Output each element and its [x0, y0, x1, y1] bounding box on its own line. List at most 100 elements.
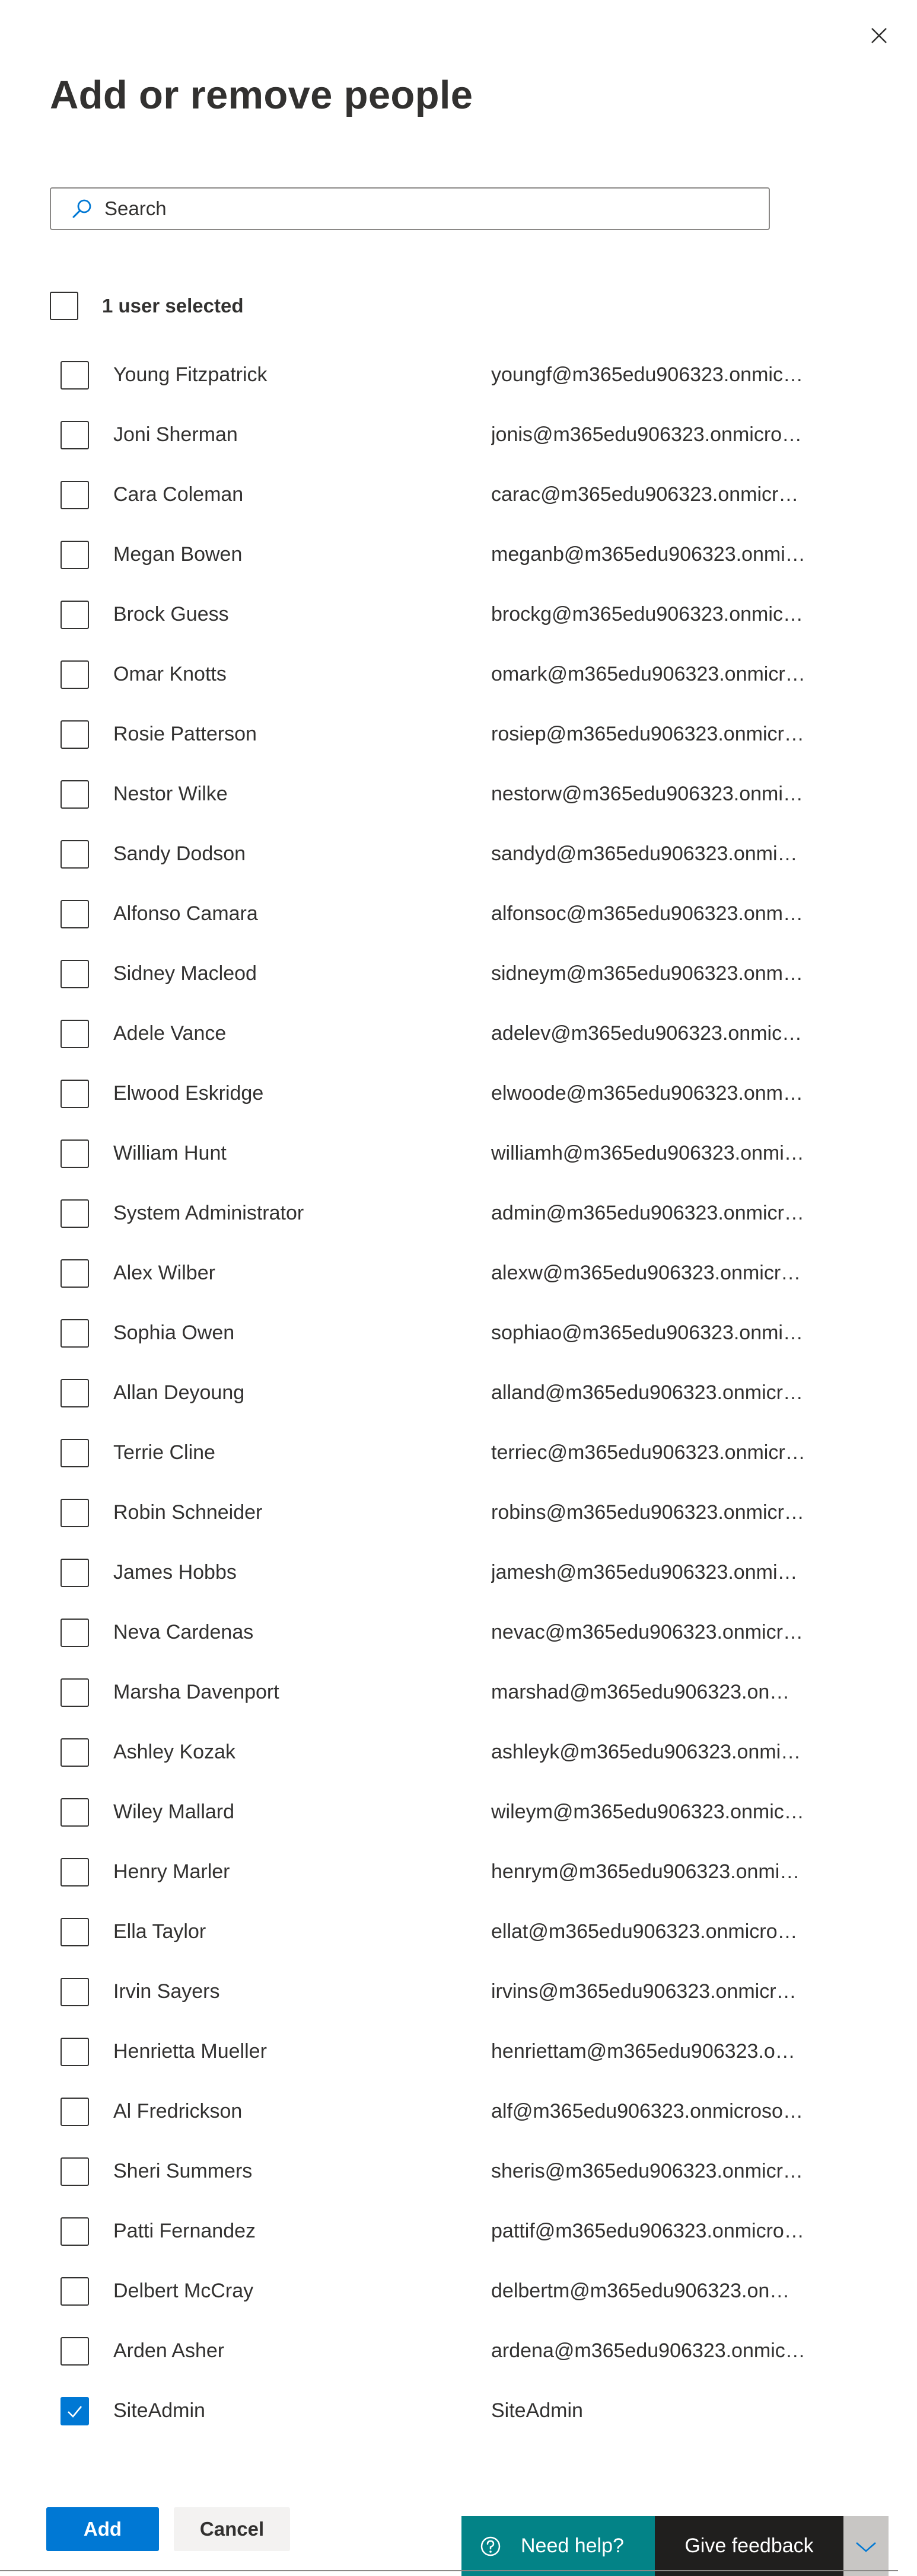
- user-row[interactable]: Delbert McCray delbertm@m365edu906323.onm…: [0, 2262, 917, 2322]
- cancel-button[interactable]: Cancel: [174, 2507, 290, 2551]
- user-row[interactable]: SiteAdmin SiteAdmin: [0, 2382, 917, 2441]
- user-checkbox[interactable]: [61, 1619, 89, 1647]
- user-checkbox[interactable]: [61, 1080, 89, 1108]
- user-checkbox[interactable]: [61, 1259, 89, 1288]
- user-checkbox[interactable]: [61, 2098, 89, 2126]
- user-checkbox[interactable]: [61, 1379, 89, 1407]
- user-row[interactable]: Alfonso Camara alfonsoc@m365edu906323.onm…: [0, 885, 917, 944]
- user-row[interactable]: Alex Wilber alexw@m365edu906323.onmicroso…: [0, 1244, 917, 1304]
- user-row[interactable]: Megan Bowen meganb@m365edu906323.onmicros…: [0, 525, 917, 585]
- user-checkbox[interactable]: [61, 1199, 89, 1228]
- need-help-button[interactable]: Need help?: [461, 2516, 655, 2576]
- user-email: irvins@m365edu906323.onmicrosoft.com: [491, 1980, 805, 2003]
- close-icon: [871, 28, 887, 43]
- user-checkbox[interactable]: [61, 1918, 89, 1946]
- user-row[interactable]: System Administrator admin@m365edu906323.…: [0, 1184, 917, 1244]
- user-row[interactable]: Al Fredrickson alf@m365edu906323.onmicros…: [0, 2082, 917, 2142]
- add-button[interactable]: Add: [46, 2507, 159, 2551]
- user-row[interactable]: Henrietta Mueller henriettam@m365edu90632…: [0, 2022, 917, 2082]
- user-row[interactable]: Ashley Kozak ashleyk@m365edu906323.onmicr…: [0, 1723, 917, 1783]
- user-checkbox[interactable]: [61, 1798, 89, 1827]
- user-checkbox[interactable]: [61, 1499, 89, 1527]
- user-checkbox[interactable]: [61, 481, 89, 509]
- user-row[interactable]: Wiley Mallard wileym@m365edu906323.onmicr…: [0, 1783, 917, 1843]
- user-checkbox[interactable]: [61, 720, 89, 749]
- user-row[interactable]: Nestor Wilke nestorw@m365edu906323.onmicr…: [0, 765, 917, 825]
- selection-count: 1 user selected: [102, 295, 244, 317]
- user-email: alexw@m365edu906323.onmicrosoft.com: [491, 1262, 805, 1284]
- user-checkbox[interactable]: [61, 601, 89, 629]
- user-name: Marsha Davenport: [113, 1681, 279, 1703]
- user-row[interactable]: Ella Taylor ellat@m365edu906323.onmicroso…: [0, 1903, 917, 1962]
- give-feedback-button[interactable]: Give feedback: [655, 2516, 843, 2576]
- user-row[interactable]: Marsha Davenport marshad@m365edu906323.on…: [0, 1663, 917, 1723]
- user-checkbox[interactable]: [61, 900, 89, 928]
- user-row[interactable]: William Hunt williamh@m365edu906323.onmic…: [0, 1124, 917, 1184]
- user-checkbox[interactable]: [61, 421, 89, 449]
- user-email: wileym@m365edu906323.onmicrosoft.com: [491, 1801, 805, 1823]
- user-row[interactable]: Allan Deyoung alland@m365edu906323.onmicr…: [0, 1364, 917, 1423]
- user-row[interactable]: Arden Asher ardena@m365edu906323.onmicros…: [0, 2322, 917, 2382]
- user-checkbox[interactable]: [61, 1678, 89, 1707]
- close-button[interactable]: [862, 19, 896, 52]
- user-checkbox[interactable]: [61, 2217, 89, 2246]
- user-row[interactable]: Patti Fernandez pattif@m365edu906323.onmi…: [0, 2202, 917, 2262]
- user-email: youngf@m365edu906323.onmicrosoft.com: [491, 363, 805, 386]
- user-email: omark@m365edu906323.onmicrosoft.com: [491, 663, 805, 685]
- user-checkbox[interactable]: [61, 2277, 89, 2306]
- user-checkbox[interactable]: [61, 960, 89, 988]
- user-checkbox[interactable]: [61, 541, 89, 569]
- user-checkbox[interactable]: [61, 1978, 89, 2006]
- search-input[interactable]: [103, 197, 746, 221]
- user-row[interactable]: Sandy Dodson sandyd@m365edu906323.onmicro…: [0, 825, 917, 885]
- user-email: jamesh@m365edu906323.onmicrosoft.com: [491, 1561, 805, 1584]
- user-row[interactable]: Robin Schneider robins@m365edu906323.onmi…: [0, 1483, 917, 1543]
- user-name: Elwood Eskridge: [113, 1082, 264, 1105]
- user-checkbox[interactable]: [61, 840, 89, 869]
- user-row[interactable]: Young Fitzpatrick youngf@m365edu906323.on…: [0, 346, 917, 406]
- user-checkbox[interactable]: [61, 2038, 89, 2066]
- user-row[interactable]: James Hobbs jamesh@m365edu906323.onmicros…: [0, 1543, 917, 1603]
- user-row[interactable]: Sophia Owen sophiao@m365edu906323.onmicro…: [0, 1304, 917, 1364]
- user-row[interactable]: Adele Vance adelev@m365edu906323.onmicros…: [0, 1004, 917, 1064]
- select-all-checkbox[interactable]: [50, 292, 78, 320]
- user-checkbox[interactable]: [61, 2337, 89, 2366]
- user-row[interactable]: Sidney Macleod sidneym@m365edu906323.onmi…: [0, 944, 917, 1004]
- user-checkbox[interactable]: [61, 1858, 89, 1886]
- user-row[interactable]: Joni Sherman jonis@m365edu906323.onmicros…: [0, 406, 917, 465]
- user-checkbox[interactable]: [61, 660, 89, 689]
- user-email: sophiao@m365edu906323.onmicrosoft.com: [491, 1321, 805, 1344]
- user-checkbox[interactable]: [61, 1020, 89, 1048]
- user-row[interactable]: Irvin Sayers irvins@m365edu906323.onmicro…: [0, 1962, 917, 2022]
- user-email: ellat@m365edu906323.onmicrosoft.com: [491, 1920, 805, 1943]
- user-row[interactable]: Terrie Cline terriec@m365edu906323.onmicr…: [0, 1423, 917, 1483]
- user-row[interactable]: Neva Cardenas nevac@m365edu906323.onmicro…: [0, 1603, 917, 1663]
- user-row[interactable]: Henry Marler henrym@m365edu906323.onmicro…: [0, 1843, 917, 1903]
- user-checkbox[interactable]: [61, 780, 89, 809]
- user-row[interactable]: Cara Coleman carac@m365edu906323.onmicros…: [0, 465, 917, 525]
- user-checkbox[interactable]: [61, 1439, 89, 1467]
- user-checkbox[interactable]: [61, 1559, 89, 1587]
- collapse-help-button[interactable]: [843, 2516, 889, 2576]
- user-checkbox[interactable]: [61, 2397, 89, 2425]
- user-row[interactable]: Sheri Summers sheris@m365edu906323.onmicr…: [0, 2142, 917, 2202]
- user-name: Joni Sherman: [113, 423, 238, 446]
- user-row[interactable]: Omar Knotts omark@m365edu906323.onmicroso…: [0, 645, 917, 705]
- user-name: Brock Guess: [113, 603, 229, 625]
- user-checkbox[interactable]: [61, 1139, 89, 1168]
- user-name: James Hobbs: [113, 1561, 237, 1584]
- user-name: Henry Marler: [113, 1860, 230, 1883]
- user-row[interactable]: Elwood Eskridge elwoode@m365edu906323.onm…: [0, 1064, 917, 1124]
- user-checkbox[interactable]: [61, 1319, 89, 1348]
- user-row[interactable]: Brock Guess brockg@m365edu906323.onmicros…: [0, 585, 917, 645]
- user-checkbox[interactable]: [61, 2157, 89, 2186]
- user-email: robins@m365edu906323.onmicrosoft.com: [491, 1501, 805, 1524]
- need-help-label: Need help?: [521, 2534, 624, 2557]
- user-name: Nestor Wilke: [113, 783, 228, 805]
- search-box[interactable]: [50, 187, 770, 230]
- user-checkbox[interactable]: [61, 1738, 89, 1767]
- user-row[interactable]: Rosie Patterson rosiep@m365edu906323.onmi…: [0, 705, 917, 765]
- user-checkbox[interactable]: [61, 361, 89, 390]
- user-name: Irvin Sayers: [113, 1980, 220, 2003]
- select-all-row[interactable]: 1 user selected: [50, 291, 243, 321]
